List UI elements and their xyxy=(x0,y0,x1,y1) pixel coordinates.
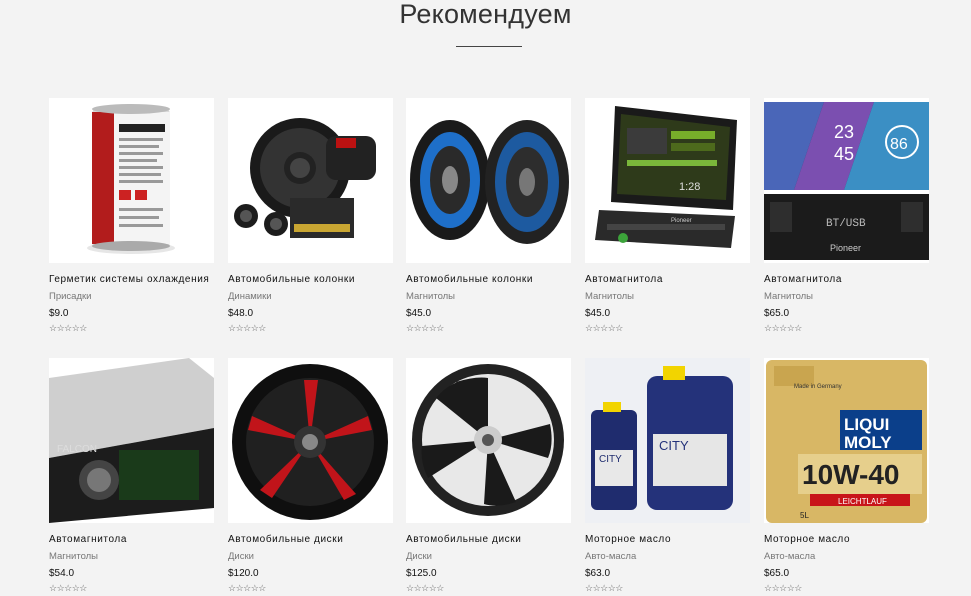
product-image-red-wheel[interactable] xyxy=(228,358,393,523)
brand-pioneer-1: Pioneer xyxy=(671,218,692,224)
rating-stars: ☆☆☆☆☆ xyxy=(49,323,87,333)
product-name[interactable]: Автомагнитола xyxy=(764,274,929,286)
product-card[interactable]: CITY CITY Моторное масло Авто-масла $63.… xyxy=(585,358,750,593)
product-name[interactable]: Автомобильные колонки xyxy=(406,274,571,286)
product-price: $45.0 xyxy=(585,308,611,319)
product-image-radio-falcon[interactable]: FALCON xyxy=(49,358,214,523)
rating-stars: ☆☆☆☆☆ xyxy=(585,583,623,593)
rating-stars: ☆☆☆☆☆ xyxy=(406,583,444,593)
product-category[interactable]: Магнитолы xyxy=(49,551,214,563)
product-name[interactable]: Автомобильные диски xyxy=(228,534,393,546)
product-price: $63.0 xyxy=(585,568,611,579)
product-category[interactable]: Магнитолы xyxy=(406,291,571,303)
rating-stars: ☆☆☆☆☆ xyxy=(228,323,266,333)
product-image-oil-city[interactable]: CITY CITY xyxy=(585,358,750,523)
product-price: $45.0 xyxy=(406,308,432,319)
product-name[interactable]: Автомагнитола xyxy=(49,534,214,546)
product-category[interactable]: Динамики xyxy=(228,291,393,303)
product-name[interactable]: Герметик системы охлаждения xyxy=(49,274,214,286)
product-image-component-speakers[interactable] xyxy=(228,98,393,263)
product-image-silver-wheel[interactable] xyxy=(406,358,571,523)
display-minute: 45 xyxy=(834,144,854,164)
oil-volume: 5L xyxy=(800,511,809,520)
product-price: $48.0 xyxy=(228,308,254,319)
oil-label-large: CITY xyxy=(659,438,689,453)
title-underline xyxy=(456,46,522,47)
product-name[interactable]: Автомобильные диски xyxy=(406,534,571,546)
rating-stars: ☆☆☆☆☆ xyxy=(764,583,802,593)
rating-stars: ☆☆☆☆☆ xyxy=(49,583,87,593)
product-image-coolant-sealant[interactable] xyxy=(49,98,214,263)
product-card[interactable]: Герметик системы охлаждения Присадки $9.… xyxy=(49,98,214,333)
display-temp: 86 xyxy=(890,136,908,153)
product-image-oval-speakers[interactable] xyxy=(406,98,571,263)
product-name[interactable]: Моторное масло xyxy=(764,534,929,546)
product-name[interactable]: Моторное масло xyxy=(585,534,750,546)
product-card[interactable]: 1:28 Pioneer Автомагнитола Магнитолы $45… xyxy=(585,98,750,333)
product-price: $120.0 xyxy=(228,568,259,579)
radio-brand: FALCON xyxy=(57,444,97,455)
product-card[interactable]: Автомобильные колонки Динамики $48.0 ☆☆☆… xyxy=(228,98,393,333)
product-price: $125.0 xyxy=(406,568,437,579)
brand-pioneer-2: Pioneer xyxy=(830,243,861,253)
rating-stars: ☆☆☆☆☆ xyxy=(764,323,802,333)
rating-stars: ☆☆☆☆☆ xyxy=(228,583,266,593)
product-card[interactable]: FALCON Автомагнитола Магнитолы $54.0 ☆☆☆… xyxy=(49,358,214,593)
oil-grade: 10W-40 xyxy=(802,459,899,490)
oil-sub: LEICHTLAUF xyxy=(838,497,887,506)
product-category[interactable]: Авто-масла xyxy=(764,551,929,563)
product-card[interactable]: Made in Germany LIQUI MOLY 10W-40 LEICHT… xyxy=(764,358,929,593)
panel-label: BT/USB xyxy=(826,218,866,230)
product-price: $9.0 xyxy=(49,308,69,319)
liqui-brand-top: LIQUI xyxy=(844,415,889,434)
product-image-head-unit-1[interactable]: 1:28 Pioneer xyxy=(585,98,750,263)
display-hour: 23 xyxy=(834,122,854,142)
section-title: Рекомендуем xyxy=(399,0,572,29)
product-price: $54.0 xyxy=(49,568,75,579)
product-card[interactable]: Автомобильные диски Диски $125.0 ☆☆☆☆☆ xyxy=(406,358,571,593)
product-category[interactable]: Магнитолы xyxy=(585,291,750,303)
display-clock: 1:28 xyxy=(679,181,700,193)
product-category[interactable]: Диски xyxy=(406,551,571,563)
product-price: $65.0 xyxy=(764,308,790,319)
product-image-head-unit-2[interactable]: 23 45 86 BT/USB Pioneer xyxy=(764,98,929,263)
rating-stars: ☆☆☆☆☆ xyxy=(406,323,444,333)
product-card[interactable]: Автомобильные колонки Магнитолы $45.0 ☆☆… xyxy=(406,98,571,333)
product-name[interactable]: Автомагнитола xyxy=(585,274,750,286)
product-category[interactable]: Диски xyxy=(228,551,393,563)
product-card[interactable]: 23 45 86 BT/USB Pioneer Автомагнитола Ма… xyxy=(764,98,929,333)
product-category[interactable]: Авто-масла xyxy=(585,551,750,563)
product-category[interactable]: Магнитолы xyxy=(764,291,929,303)
liqui-brand-bottom: MOLY xyxy=(844,433,892,452)
product-card[interactable]: Автомобильные диски Диски $120.0 ☆☆☆☆☆ xyxy=(228,358,393,593)
rating-stars: ☆☆☆☆☆ xyxy=(585,323,623,333)
oil-label-small: CITY xyxy=(599,454,622,465)
product-category[interactable]: Присадки xyxy=(49,291,214,303)
product-image-liqui-moly[interactable]: Made in Germany LIQUI MOLY 10W-40 LEICHT… xyxy=(764,358,929,523)
product-name[interactable]: Автомобильные колонки xyxy=(228,274,393,286)
made-in-germany: Made in Germany xyxy=(794,384,842,390)
product-price: $65.0 xyxy=(764,568,790,579)
